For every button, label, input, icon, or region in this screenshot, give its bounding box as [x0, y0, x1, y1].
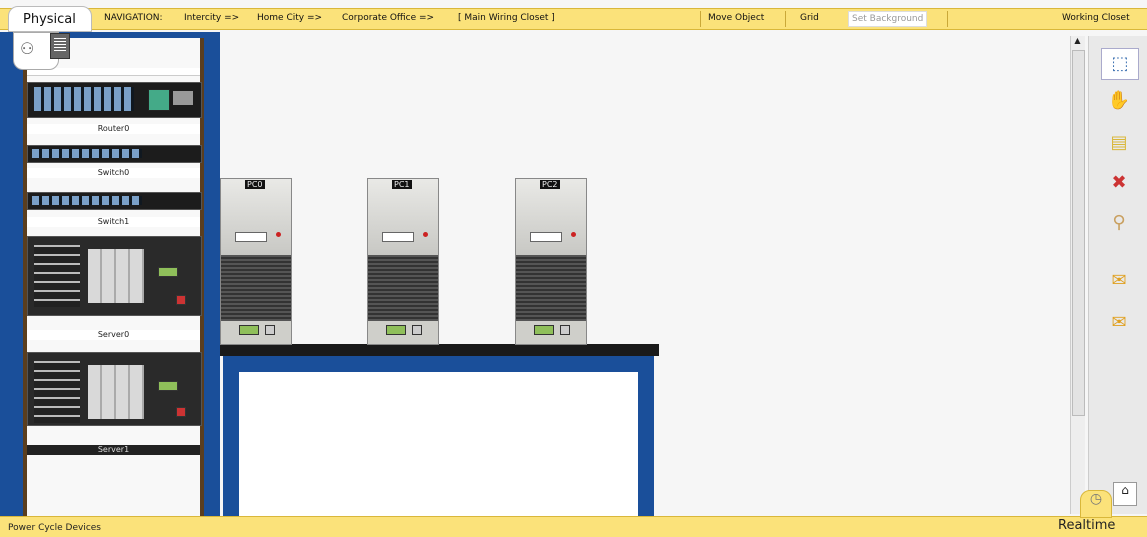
tree-icon: ⚇: [20, 39, 35, 58]
zoom-icon[interactable]: ⚲: [1101, 208, 1137, 238]
switch0-label: Switch0: [27, 168, 200, 178]
pc1-label: PC1: [392, 180, 412, 189]
move-object-button[interactable]: Move Object: [708, 13, 764, 23]
server1-device[interactable]: [27, 352, 202, 426]
pc1-device[interactable]: PC1: [367, 178, 439, 345]
viewport-icon[interactable]: ⌂: [1113, 482, 1137, 506]
scroll-thumb[interactable]: [1072, 50, 1085, 416]
desk-leg-left: [223, 356, 239, 516]
desk-front: [239, 372, 638, 516]
set-background-button[interactable]: Set Background: [848, 11, 928, 27]
navigation-panel-icon[interactable]: ⚇: [13, 32, 70, 70]
desk-crossbar: [226, 356, 646, 372]
desk-top: [220, 344, 659, 356]
power-cycle-devices-button[interactable]: Power Cycle Devices: [8, 523, 101, 533]
switch1-label: Switch1: [27, 217, 200, 227]
document-icon: [50, 33, 70, 59]
server0-device[interactable]: [27, 236, 202, 316]
delete-icon[interactable]: ✖: [1101, 168, 1137, 198]
crumb-home-city[interactable]: Home City =>: [257, 13, 322, 23]
switch1-device[interactable]: [27, 192, 202, 210]
tab-physical[interactable]: Physical: [8, 6, 92, 32]
bottom-status-bar: Power Cycle Devices: [0, 516, 1147, 537]
crumb-main-wiring-closet[interactable]: [ Main Wiring Closet ]: [458, 13, 555, 23]
add-complex-pdu-icon[interactable]: ✉: [1101, 308, 1137, 338]
location-label: Working Closet: [1062, 13, 1130, 23]
add-simple-pdu-icon[interactable]: ✉: [1101, 266, 1137, 296]
tool-palette: ⬚ ✋ ▤ ✖ ⚲ ✉ ✉ ⌂: [1088, 36, 1147, 514]
note-icon[interactable]: ▤: [1101, 128, 1137, 158]
pc0-label: PC0: [245, 180, 265, 189]
crumb-corporate-office[interactable]: Corporate Office =>: [342, 13, 434, 23]
crumb-intercity[interactable]: Intercity =>: [184, 13, 239, 23]
tab-physical-label: Physical: [23, 12, 76, 27]
vertical-scrollbar[interactable]: ▲: [1070, 36, 1085, 514]
top-navigation-bar: NAVIGATION: Intercity => Home City => Co…: [0, 8, 1147, 30]
grid-button[interactable]: Grid: [800, 13, 819, 23]
equipment-rack: Router0 Switch0 Switch1 Server0 Server1: [23, 38, 204, 516]
desk-leg-right: [638, 356, 654, 516]
pc2-label: PC2: [540, 180, 560, 189]
select-icon[interactable]: ⬚: [1101, 48, 1139, 80]
server0-label: Server0: [27, 330, 200, 340]
router-label: Router0: [27, 124, 200, 134]
realtime-mode-label[interactable]: Realtime: [1058, 518, 1115, 533]
pc0-device[interactable]: PC0: [220, 178, 292, 345]
router-device[interactable]: [27, 82, 202, 118]
scroll-up-icon[interactable]: ▲: [1072, 36, 1083, 48]
realtime-clock-icon[interactable]: ◷: [1080, 490, 1112, 518]
hand-icon[interactable]: ✋: [1101, 86, 1137, 116]
pc2-device[interactable]: PC2: [515, 178, 587, 345]
navigation-label: NAVIGATION:: [104, 13, 163, 23]
switch0-device[interactable]: [27, 145, 202, 163]
server1-label: Server1: [27, 445, 200, 455]
